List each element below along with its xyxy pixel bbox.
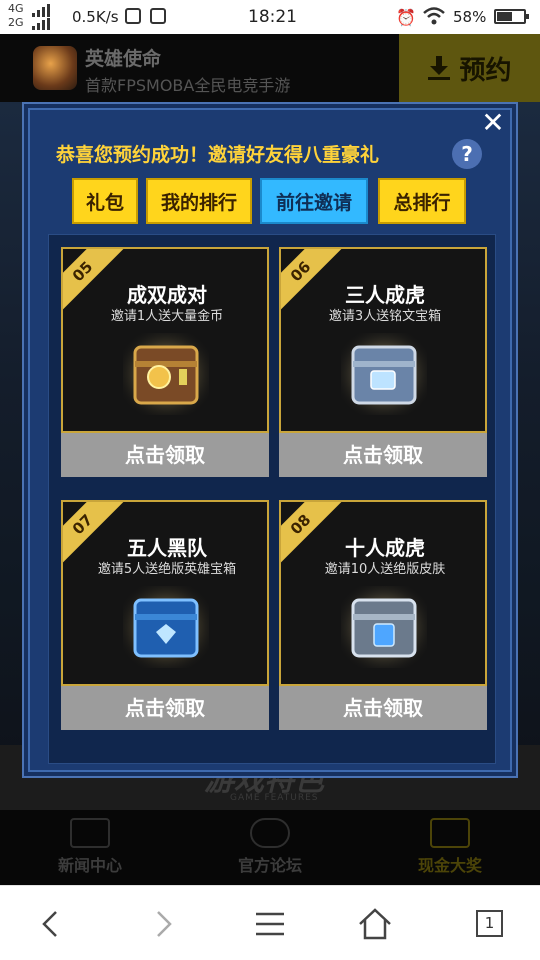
- rune-chest-icon: [341, 333, 427, 415]
- news-icon: [70, 818, 110, 848]
- dialog-title: 恭喜您预约成功！邀请好友得八重豪礼: [56, 144, 380, 166]
- signal-icon: [32, 4, 50, 30]
- app-name: 英雄使命: [85, 48, 162, 70]
- reward-title: 五人黑队: [127, 536, 207, 560]
- forum-icon: [250, 818, 290, 848]
- claim-button[interactable]: 点击领取: [279, 686, 487, 730]
- reward-desc: 邀请10人送绝版皮肤: [324, 562, 446, 577]
- clock: 18:21: [248, 7, 297, 27]
- forward-icon[interactable]: [146, 906, 182, 942]
- reward-card-07: 07 五人黑队 邀请5人送绝版英雄宝箱 点击领取: [61, 500, 269, 730]
- network-type: 4G 2G: [8, 2, 24, 30]
- app-subtitle: 首款FPSMOBA全民电竞手游: [85, 76, 291, 95]
- nav-cash-prize-label: 现金大奖: [417, 856, 482, 875]
- page-bottom-nav: 新闻中心 官方论坛 现金大奖: [0, 810, 540, 885]
- nav-news-label: 新闻中心: [57, 856, 122, 875]
- app-banner[interactable]: 英雄使命 首款FPSMOBA全民电竞手游 预约: [0, 34, 540, 102]
- reward-desc: 邀请3人送铭文宝箱: [328, 309, 442, 324]
- app-icon: [33, 46, 77, 90]
- nav-cash-prize[interactable]: 现金大奖: [360, 810, 540, 885]
- rewards-grid: 05 成双成对 邀请1人送大量金币 点击领取 06 三人成虎 邀请3人送铭文宝箱…: [48, 234, 496, 764]
- alarm-icon: ⏰: [396, 8, 416, 27]
- back-icon[interactable]: [32, 906, 68, 942]
- reward-card-05: 05 成双成对 邀请1人送大量金币 点击领取: [61, 247, 269, 477]
- tab-go-invite[interactable]: 前往邀请: [260, 178, 368, 224]
- battery-icon: [494, 9, 529, 24]
- browser-toolbar: 1: [0, 885, 540, 960]
- network-type-secondary: 2G: [8, 16, 24, 29]
- nav-news[interactable]: 新闻中心: [0, 810, 180, 885]
- reward-desc: 邀请5人送绝版英雄宝箱: [97, 562, 237, 577]
- tabs-button[interactable]: 1: [476, 910, 503, 937]
- data-saver-icon: [125, 8, 141, 24]
- reserve-button[interactable]: 预约: [399, 34, 540, 102]
- battery-percent: 58%: [453, 8, 487, 26]
- tab-my-rank[interactable]: 我的排行: [146, 178, 252, 224]
- features-subtitle: GAME FEATURES: [230, 793, 319, 803]
- status-bar: 4G 2G 0.5K/s 18:21 ⏰ 58%: [0, 0, 540, 34]
- reward-panel: 05 成双成对 邀请1人送大量金币: [61, 247, 269, 433]
- hero-chest-icon: [123, 586, 209, 668]
- gold-coin-chest-icon: [123, 333, 209, 415]
- nav-forum[interactable]: 官方论坛: [180, 810, 360, 885]
- notification-icon: [150, 8, 166, 24]
- network-type-primary: 4G: [8, 2, 24, 15]
- reward-title: 三人成虎: [345, 283, 425, 307]
- reward-title: 十人成虎: [345, 536, 425, 560]
- reserve-label: 预约: [459, 55, 512, 86]
- claim-button[interactable]: 点击领取: [61, 433, 269, 477]
- cash-prize-icon: [430, 818, 470, 848]
- reward-panel: 06 三人成虎 邀请3人送铭文宝箱: [279, 247, 487, 433]
- skin-chest-icon: [341, 586, 427, 668]
- reward-panel: 07 五人黑队 邀请5人送绝版英雄宝箱: [61, 500, 269, 686]
- home-icon[interactable]: [357, 906, 393, 942]
- close-icon: ✕: [481, 106, 505, 139]
- reward-card-06: 06 三人成虎 邀请3人送铭文宝箱 点击领取: [279, 247, 487, 477]
- tab-gift[interactable]: 礼包: [72, 178, 138, 224]
- download-icon: [428, 56, 451, 80]
- claim-button[interactable]: 点击领取: [279, 433, 487, 477]
- network-speed: 0.5K/s: [72, 8, 119, 26]
- claim-button[interactable]: 点击领取: [61, 686, 269, 730]
- nav-forum-label: 官方论坛: [237, 856, 302, 875]
- wifi-icon: [423, 7, 445, 25]
- invite-rewards-dialog: ✕ 恭喜您预约成功！邀请好友得八重豪礼 ? 礼包 我的排行 前往邀请 总排行 0…: [22, 102, 518, 778]
- reward-desc: 邀请1人送大量金币: [110, 309, 224, 324]
- help-button[interactable]: ?: [452, 139, 482, 169]
- reward-card-08: 08 十人成虎 邀请10人送绝版皮肤 点击领取: [279, 500, 487, 730]
- menu-icon[interactable]: [252, 906, 288, 942]
- close-button[interactable]: ✕: [478, 108, 508, 138]
- reward-title: 成双成对: [127, 283, 207, 307]
- reward-panel: 08 十人成虎 邀请10人送绝版皮肤: [279, 500, 487, 686]
- tab-total-rank[interactable]: 总排行: [378, 178, 466, 224]
